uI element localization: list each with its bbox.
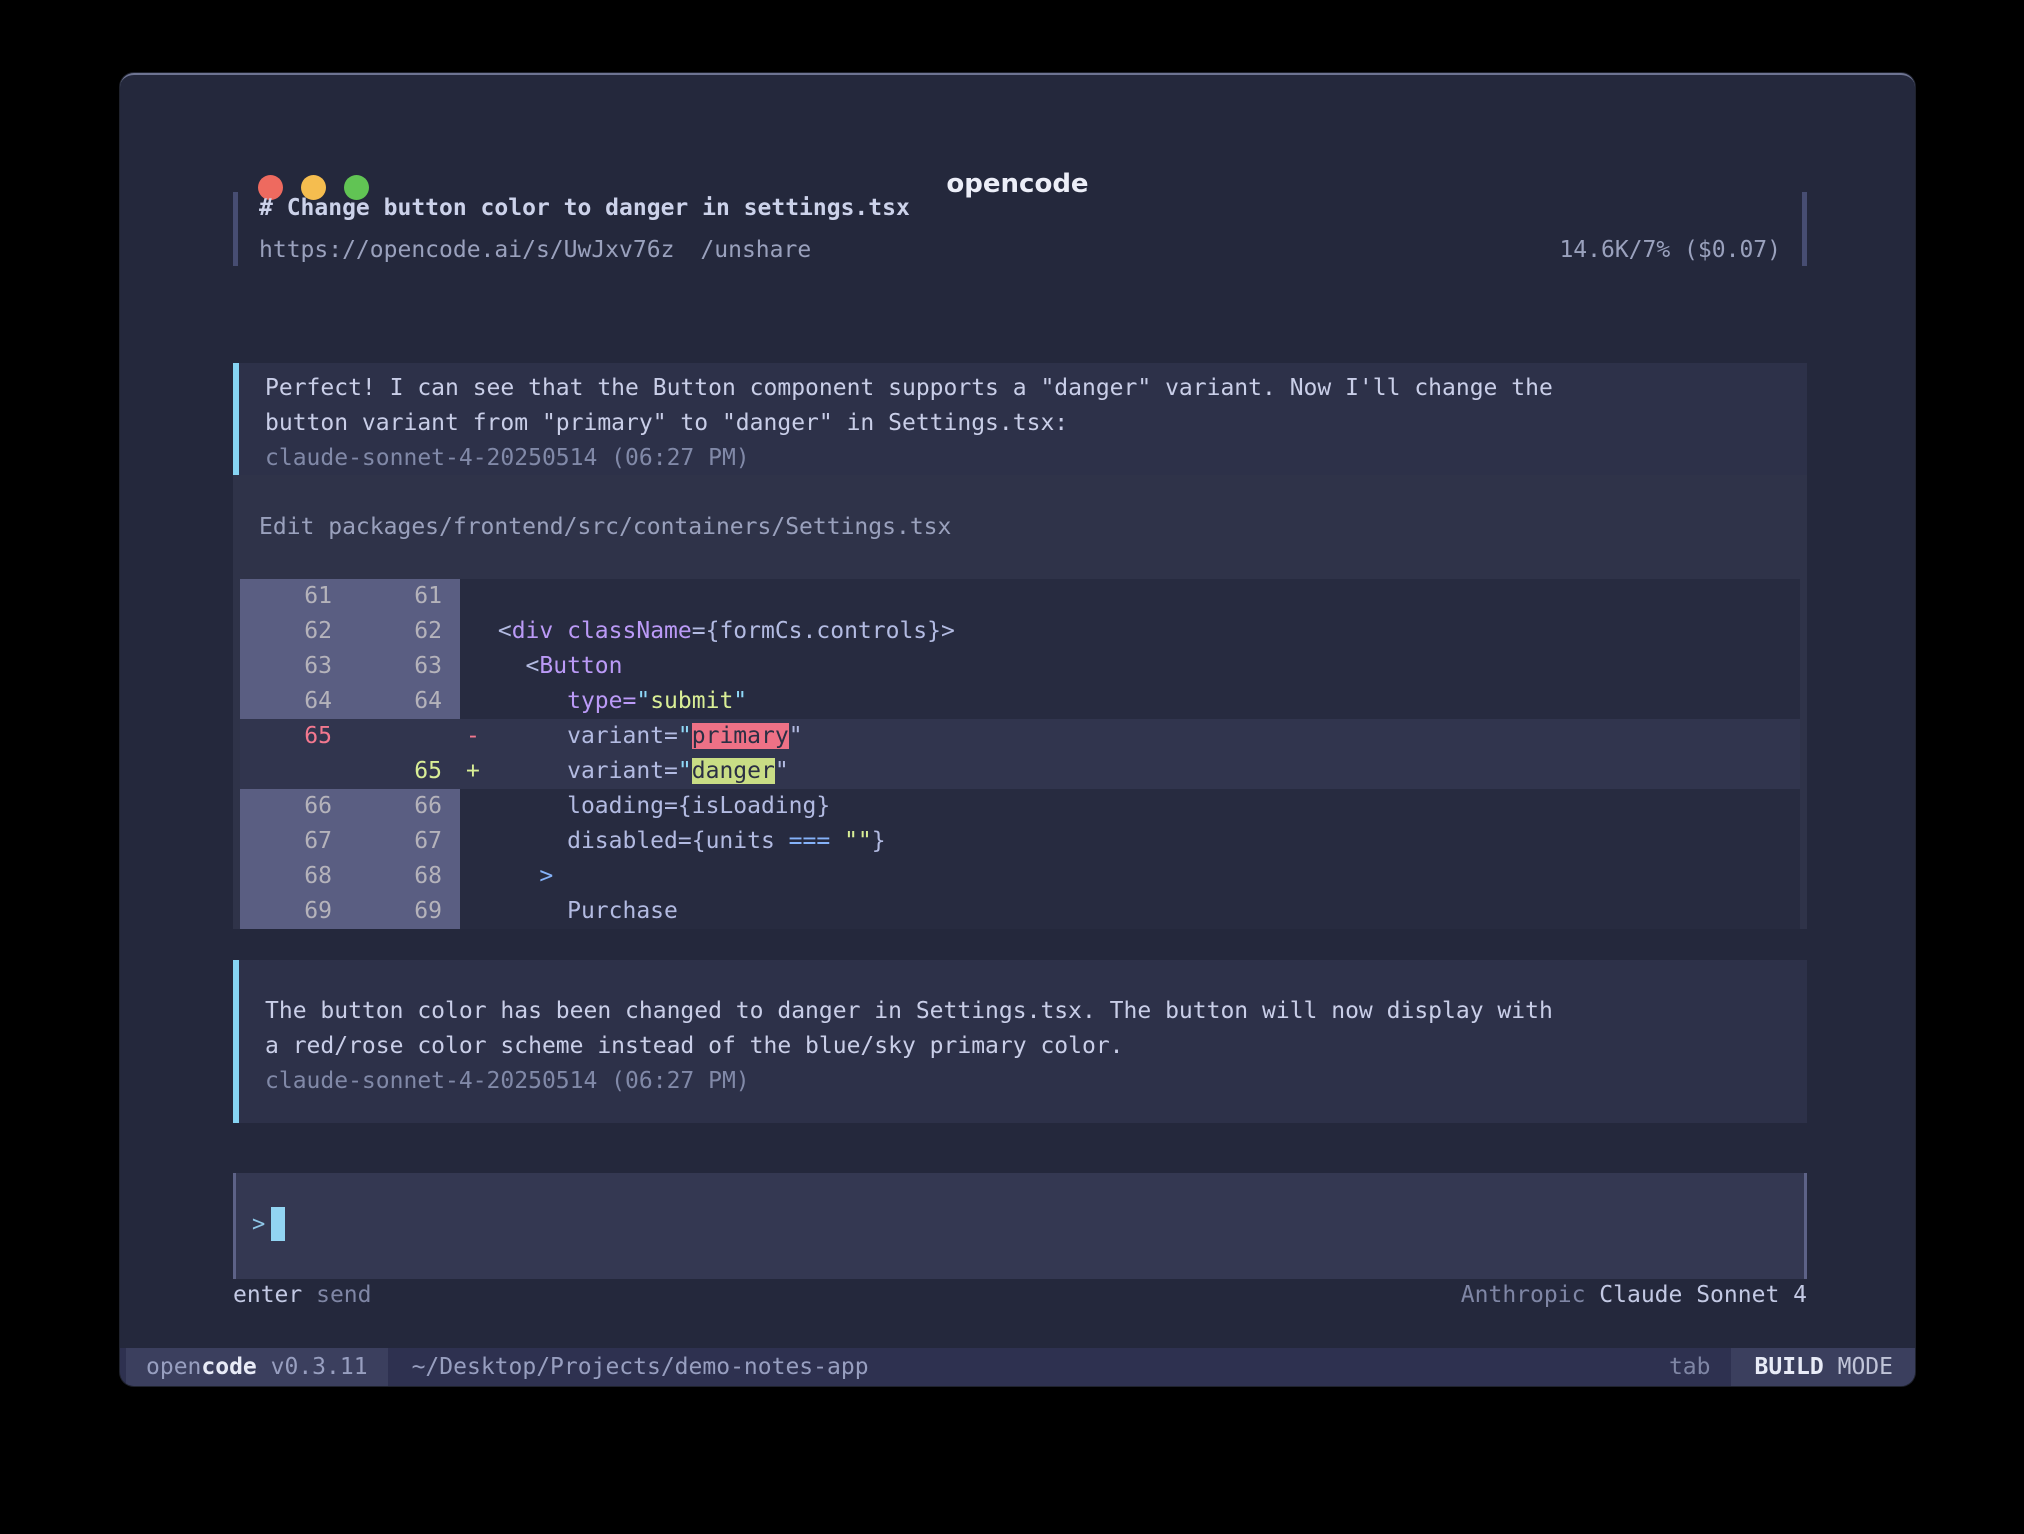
- status-bar: opencode v0.3.11 ~/Desktop/Projects/demo…: [120, 1348, 1915, 1386]
- message-line: a red/rose color scheme instead of the b…: [265, 1029, 1781, 1064]
- assistant-message: The button color has been changed to dan…: [233, 960, 1807, 1123]
- message-line: button variant from "primary" to "danger…: [265, 406, 1781, 441]
- diff-code-line: Purchase: [484, 894, 1800, 929]
- diff-row: 65- variant="primary": [240, 719, 1800, 754]
- diff-code-line: variant="danger": [484, 754, 1800, 789]
- tab-key-hint: tab: [1669, 1348, 1731, 1386]
- diff-row: 6363 <Button: [240, 649, 1800, 684]
- mode-chip: BUILD MODE: [1731, 1348, 1916, 1386]
- message-line: The button color has been changed to dan…: [265, 994, 1781, 1029]
- diff-row: 6464 type="submit": [240, 684, 1800, 719]
- diff-row: 6868 >: [240, 859, 1800, 894]
- diff-sign: [460, 614, 484, 649]
- diff-row: 6161: [240, 579, 1800, 614]
- diff-gutter: 6161: [240, 579, 460, 614]
- diff-sign: [460, 649, 484, 684]
- prompt-chevron-icon: >: [252, 1212, 265, 1237]
- message-meta: claude-sonnet-4-20250514 (06:27 PM): [265, 1064, 1781, 1099]
- terminal-window: opencode # Change button color to danger…: [120, 73, 1915, 1386]
- diff-row: 65+ variant="danger": [240, 754, 1800, 789]
- working-directory: ~/Desktop/Projects/demo-notes-app: [388, 1348, 869, 1386]
- session-header: # Change button color to danger in setti…: [233, 192, 1807, 266]
- model-indicator: Anthropic Claude Sonnet 4: [1461, 1278, 1807, 1313]
- diff-gutter: 6464: [240, 684, 460, 719]
- diff-code-line: >: [484, 859, 1800, 894]
- hint-bar: enter send Anthropic Claude Sonnet 4: [233, 1278, 1807, 1313]
- diff-code-line: type="submit": [484, 684, 1800, 719]
- message-meta: claude-sonnet-4-20250514 (06:27 PM): [265, 441, 1781, 476]
- share-url[interactable]: https://opencode.ai/s/UwJxv76z: [259, 237, 674, 263]
- text-cursor: [271, 1207, 285, 1241]
- diff-gutter: 6363: [240, 649, 460, 684]
- diff-row: 6969 Purchase: [240, 894, 1800, 929]
- diff-gutter: 6969: [240, 894, 460, 929]
- diff-sign: [460, 789, 484, 824]
- diff-sign: [460, 859, 484, 894]
- diff-row: 6666 loading={isLoading}: [240, 789, 1800, 824]
- unshare-command[interactable]: /unshare: [700, 237, 811, 263]
- app-version-chip: opencode v0.3.11: [126, 1348, 388, 1386]
- session-title: # Change button color to danger in setti…: [259, 192, 1781, 224]
- edit-file-path: Edit packages/frontend/src/containers/Se…: [240, 475, 1800, 579]
- diff-view: 61616262 <div className={formCs.controls…: [240, 579, 1800, 929]
- diff-gutter: 6767: [240, 824, 460, 859]
- diff-sign: [460, 684, 484, 719]
- token-usage-cost: 14.6K/7% ($0.07): [1559, 234, 1781, 266]
- diff-code-line: [484, 579, 1800, 614]
- diff-sign: [460, 579, 484, 614]
- diff-sign: [460, 824, 484, 859]
- edit-tool-block: Edit packages/frontend/src/containers/Se…: [233, 475, 1807, 929]
- diff-gutter: 65: [240, 719, 460, 754]
- title-bar: opencode: [120, 75, 1915, 153]
- diff-code-line: variant="primary": [484, 719, 1800, 754]
- diff-code-line: disabled={units === ""}: [484, 824, 1800, 859]
- diff-sign: [460, 894, 484, 929]
- diff-code-line: loading={isLoading}: [484, 789, 1800, 824]
- diff-code-line: <div className={formCs.controls}>: [484, 614, 1800, 649]
- diff-code-line: <Button: [484, 649, 1800, 684]
- diff-gutter: 6868: [240, 859, 460, 894]
- message-line: Perfect! I can see that the Button compo…: [265, 371, 1781, 406]
- diff-gutter: 6262: [240, 614, 460, 649]
- send-hint: enter send: [233, 1278, 372, 1313]
- diff-gutter: 65: [240, 754, 460, 789]
- diff-row: 6767 disabled={units === ""}: [240, 824, 1800, 859]
- diff-gutter: 6666: [240, 789, 460, 824]
- assistant-message: Perfect! I can see that the Button compo…: [233, 363, 1807, 488]
- diff-sign: -: [460, 719, 484, 754]
- diff-row: 6262 <div className={formCs.controls}>: [240, 614, 1800, 649]
- prompt-input[interactable]: >: [233, 1173, 1807, 1279]
- diff-sign: +: [460, 754, 484, 789]
